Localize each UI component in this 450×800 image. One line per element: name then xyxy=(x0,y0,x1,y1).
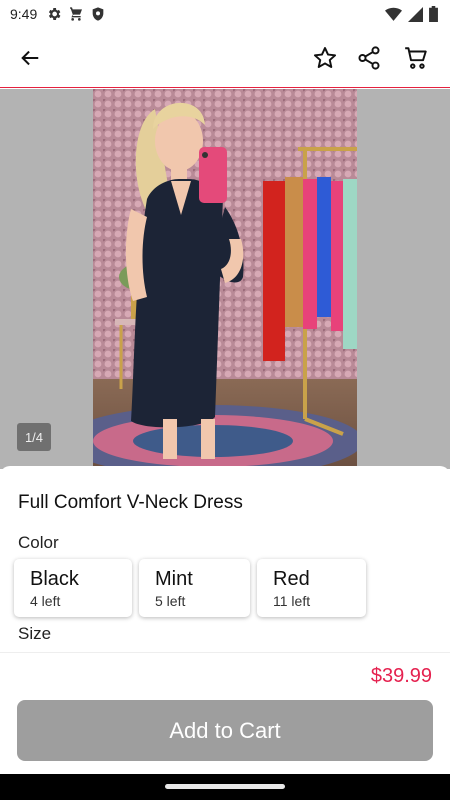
cart-icon xyxy=(405,47,427,69)
home-gesture-handle[interactable] xyxy=(165,784,285,789)
color-option-name: Black xyxy=(30,568,79,590)
wifi-icon xyxy=(385,7,402,21)
product-price: $39.99 xyxy=(370,665,432,687)
color-option-stock: 11 left xyxy=(273,593,311,609)
color-option-name: Mint xyxy=(155,568,193,590)
add-to-cart-button[interactable]: Add to Cart xyxy=(17,700,433,761)
battery-icon xyxy=(429,6,438,22)
color-option-stock: 4 left xyxy=(30,593,61,609)
back-button[interactable] xyxy=(12,40,48,76)
status-bar: 9:49 xyxy=(0,0,450,28)
color-option-stock: 5 left xyxy=(155,593,186,609)
shield-icon xyxy=(92,7,104,21)
signal-icon xyxy=(408,6,423,22)
product-photo xyxy=(93,89,357,469)
star-icon xyxy=(313,47,337,68)
status-time: 9:49 xyxy=(10,6,38,22)
status-left-icons xyxy=(46,6,106,22)
color-label: Color xyxy=(18,533,59,552)
back-arrow-icon xyxy=(21,50,39,66)
share-button[interactable] xyxy=(351,40,387,76)
product-details-sheet: Full Comfort V-Neck Dress Color Black 4 … xyxy=(0,466,450,652)
system-nav-bar xyxy=(0,774,450,800)
status-right-icons xyxy=(385,6,438,22)
product-image-gallery[interactable] xyxy=(0,89,450,469)
share-icon xyxy=(358,46,380,70)
color-option-name: Red xyxy=(273,568,310,590)
cart-button[interactable] xyxy=(398,40,434,76)
color-option-red[interactable]: Red 11 left xyxy=(257,559,366,617)
gear-icon xyxy=(48,8,61,20)
app-bar xyxy=(0,28,450,88)
size-label: Size xyxy=(18,624,52,643)
favorite-button[interactable] xyxy=(307,40,343,76)
image-counter: 1/4 xyxy=(17,423,51,451)
purchase-footer: $39.99 Add to Cart xyxy=(0,652,450,774)
color-option-black[interactable]: Black 4 left xyxy=(14,559,132,617)
cart-icon xyxy=(70,7,82,21)
product-title: Full Comfort V-Neck Dress xyxy=(18,492,243,513)
color-option-mint[interactable]: Mint 5 left xyxy=(139,559,250,617)
